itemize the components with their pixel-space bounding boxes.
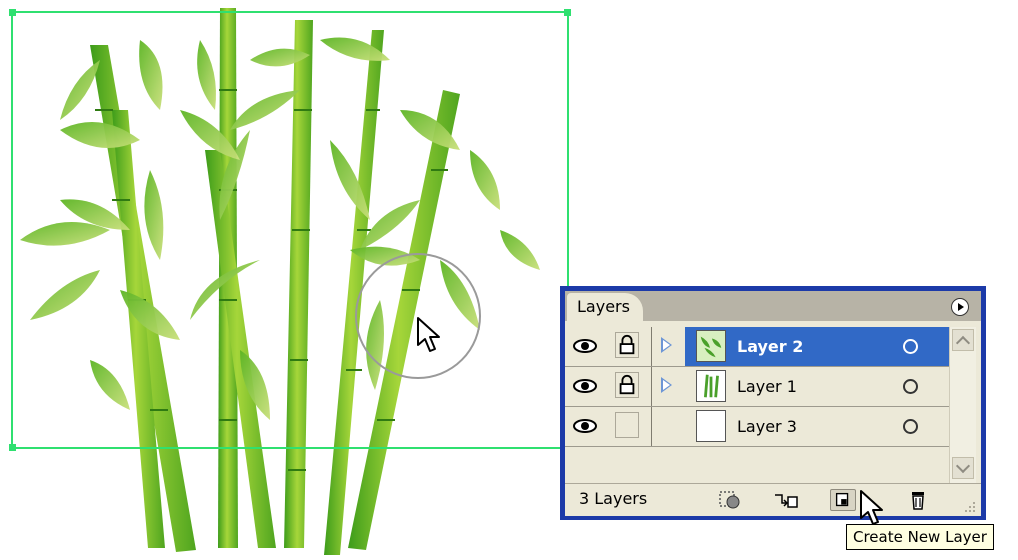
circle-target-icon[interactable]	[903, 419, 918, 434]
layers-panel: Layers Layer 2 Layer 1 Layer 3 3 Layers	[560, 286, 986, 520]
clipping-mask-icon[interactable]	[717, 489, 743, 511]
bamboo-stalks	[90, 8, 460, 555]
eye-icon[interactable]	[571, 371, 599, 401]
new-sublayer-icon[interactable]	[773, 489, 799, 511]
column-divider	[651, 367, 652, 406]
layer-name[interactable]: Layer 1	[737, 367, 797, 406]
trash-icon[interactable]	[905, 489, 931, 511]
lock-icon[interactable]	[615, 332, 639, 358]
layer-row-layer-3[interactable]: Layer 3	[565, 407, 949, 447]
circle-target-icon[interactable]	[903, 379, 918, 394]
lock-icon[interactable]	[615, 372, 639, 398]
layer-row-layer-1[interactable]: Layer 1	[565, 367, 949, 407]
triangle-right-icon[interactable]	[661, 377, 672, 393]
layer-thumbnail	[696, 370, 726, 402]
panel-footer: 3 Layers	[565, 483, 981, 516]
layer-list-empty-area[interactable]	[565, 447, 949, 483]
triangle-right-icon[interactable]	[661, 337, 672, 353]
eye-icon[interactable]	[571, 411, 599, 441]
scroll-up-button[interactable]	[952, 329, 974, 351]
panel-menu-icon[interactable]	[951, 298, 969, 316]
tooltip: Create New Layer	[846, 524, 994, 550]
scroll-down-button[interactable]	[952, 457, 974, 479]
eye-icon[interactable]	[571, 331, 599, 361]
circle-target-icon[interactable]	[903, 339, 918, 354]
bamboo-leaves	[20, 37, 540, 420]
layer-count: 3 Layers	[579, 489, 648, 508]
panel-tab-bar: Layers	[565, 291, 981, 321]
layer-thumbnail	[696, 330, 726, 362]
layer-row-layer-2[interactable]: Layer 2	[565, 327, 949, 367]
tab-layers[interactable]: Layers	[567, 293, 643, 321]
column-divider	[651, 407, 652, 446]
layer-thumbnail	[696, 410, 726, 442]
layer-name[interactable]: Layer 3	[737, 407, 797, 446]
layer-list: Layer 2 Layer 1 Layer 3	[565, 327, 949, 447]
arrow-cursor-icon	[417, 317, 440, 352]
layer-name[interactable]: Layer 2	[737, 327, 803, 366]
new-layer-icon[interactable]	[830, 489, 856, 511]
lock-toggle-empty[interactable]	[615, 412, 639, 438]
vertical-scrollbar[interactable]	[949, 327, 976, 483]
resize-grip-icon[interactable]	[963, 500, 977, 514]
layers-panel-body: Layers Layer 2 Layer 1 Layer 3 3 Layers	[565, 291, 981, 516]
column-divider	[651, 327, 652, 366]
